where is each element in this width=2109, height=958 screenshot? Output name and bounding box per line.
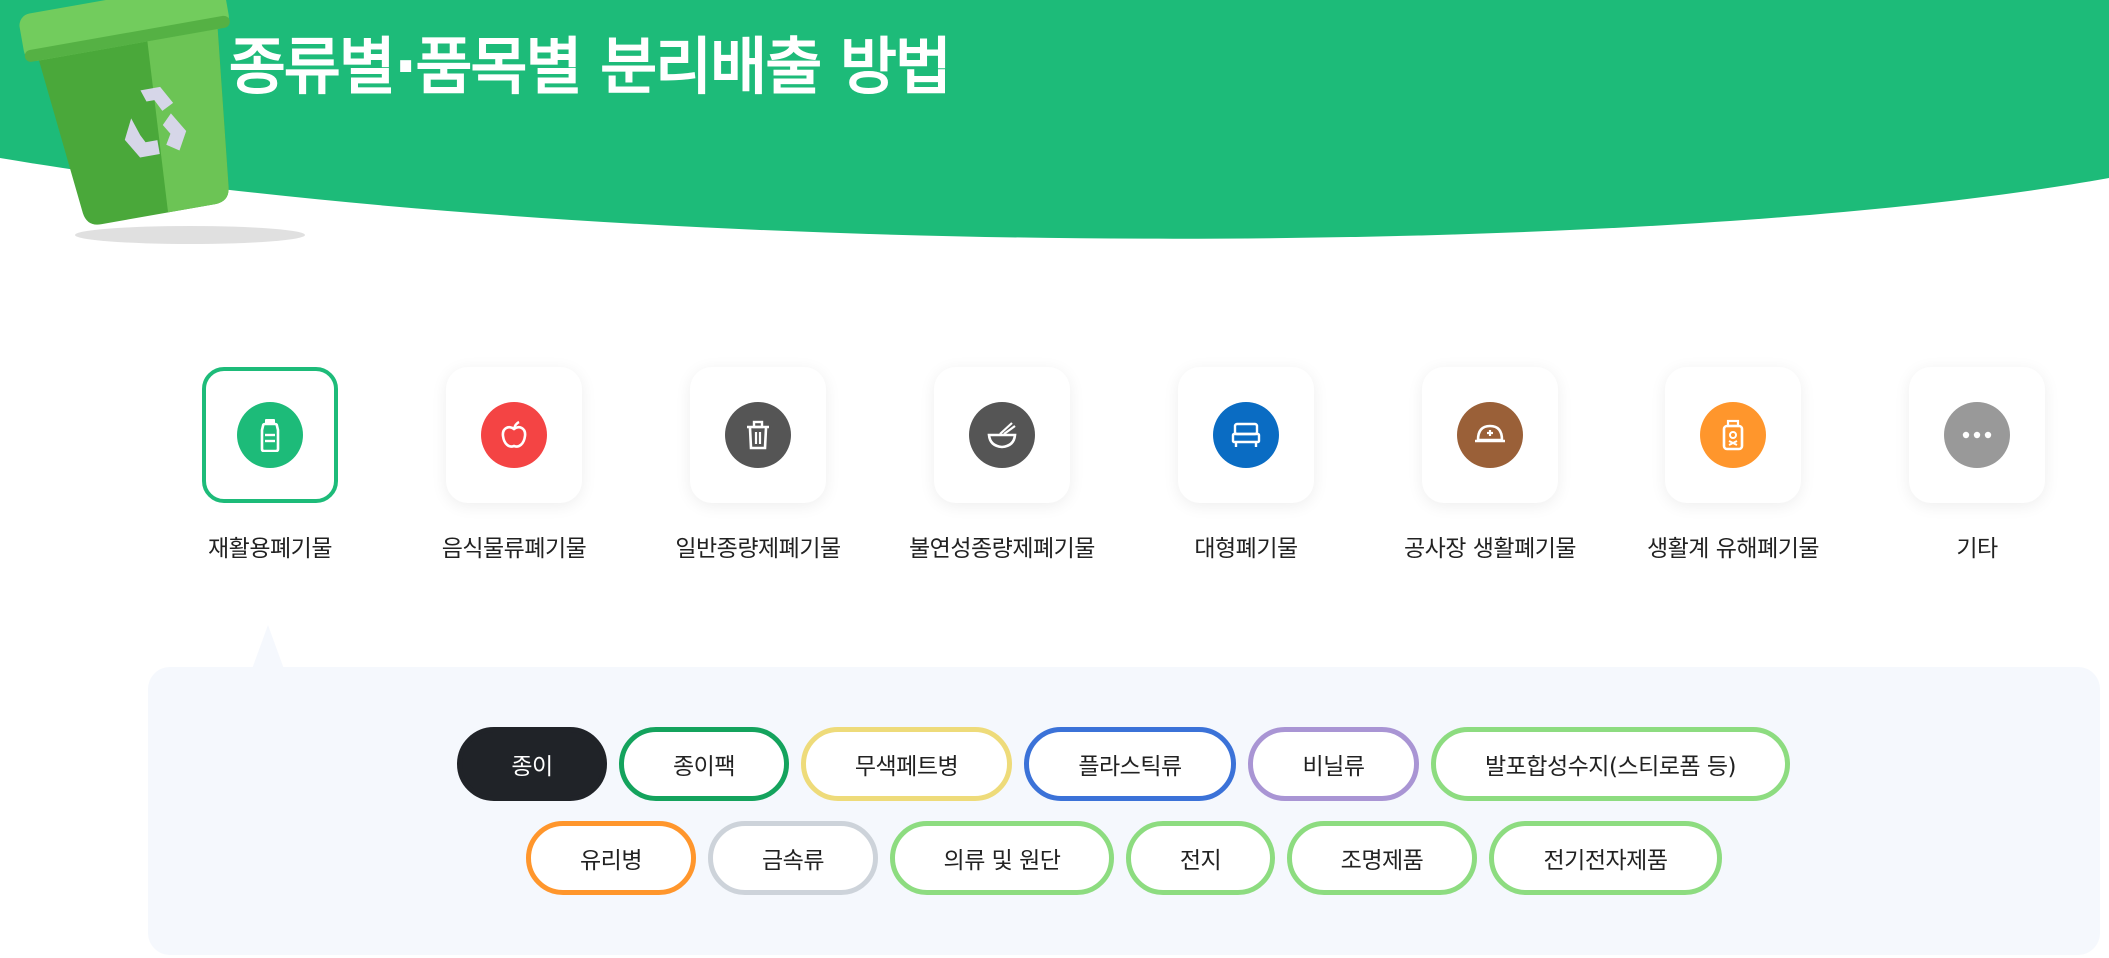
item-chip-paper-pack[interactable]: 종이팩	[619, 727, 789, 801]
item-chip-plastic[interactable]: 플라스틱류	[1024, 727, 1236, 801]
category-card	[1422, 367, 1558, 503]
item-chip-vinyl[interactable]: 비닐류	[1248, 727, 1419, 801]
item-chip-glass-bottle[interactable]: 유리병	[526, 821, 696, 895]
category-general-bag[interactable]: 일반종량제폐기물	[628, 367, 888, 563]
category-label: 재활용폐기물	[208, 536, 332, 562]
category-label: 일반종량제폐기물	[675, 536, 841, 562]
recycle-bin-icon	[19, 0, 305, 244]
category-other[interactable]: 기타	[1847, 367, 2107, 563]
bed-icon	[1213, 402, 1279, 468]
category-hazardous[interactable]: 생활계 유해폐기물	[1603, 367, 1863, 563]
category-label: 공사장 생활폐기물	[1403, 536, 1577, 562]
more-icon	[1944, 402, 2010, 468]
category-label: 생활계 유해폐기물	[1646, 536, 1820, 562]
category-card	[1665, 367, 1801, 503]
category-card	[934, 367, 1070, 503]
helmet-icon	[1457, 402, 1523, 468]
item-chip-lighting[interactable]: 조명제품	[1287, 821, 1477, 895]
category-card	[690, 367, 826, 503]
category-label: 기타	[1956, 536, 1998, 562]
apple-icon	[481, 402, 547, 468]
item-chip-paper[interactable]: 종이	[457, 727, 607, 801]
bowl-icon	[969, 402, 1035, 468]
category-noncombustible[interactable]: 불연성종량제폐기물	[872, 367, 1132, 563]
item-chip-electronics[interactable]: 전기전자제품	[1489, 821, 1722, 895]
panel-pointer	[252, 625, 284, 669]
hazard-bottle-icon	[1700, 402, 1766, 468]
category-label: 대형폐기물	[1194, 536, 1298, 562]
category-card	[202, 367, 338, 503]
category-food-waste[interactable]: 음식물류폐기물	[384, 367, 644, 563]
item-chip-styrofoam[interactable]: 발포합성수지(스티로폼 등)	[1431, 727, 1790, 801]
item-chip-clear-pet[interactable]: 무색페트병	[801, 727, 1012, 801]
item-chip-battery[interactable]: 전지	[1126, 821, 1275, 895]
category-card	[1178, 367, 1314, 503]
hero-banner: 폐기물 종류별·품목별 분리배출 방법	[0, 0, 2109, 260]
category-card	[1909, 367, 2045, 503]
category-card	[446, 367, 582, 503]
trash-can-icon	[725, 402, 791, 468]
category-construction[interactable]: 공사장 생활폐기물	[1360, 367, 1620, 563]
item-filter-panel	[148, 667, 2100, 955]
bottle-icon	[237, 402, 303, 468]
category-recyclable[interactable]: 재활용폐기물	[140, 367, 400, 563]
item-chip-clothing[interactable]: 의류 및 원단	[890, 821, 1114, 895]
category-label: 음식물류폐기물	[441, 536, 587, 562]
item-chip-metal[interactable]: 금속류	[708, 821, 878, 895]
waste-category-list: 재활용폐기물 음식물류폐기물 일반종량제폐기물 불연성종량제폐기물 대형폐기물 …	[0, 367, 2109, 567]
category-large-waste[interactable]: 대형폐기물	[1116, 367, 1376, 563]
category-label: 불연성종량제폐기물	[909, 536, 1095, 562]
